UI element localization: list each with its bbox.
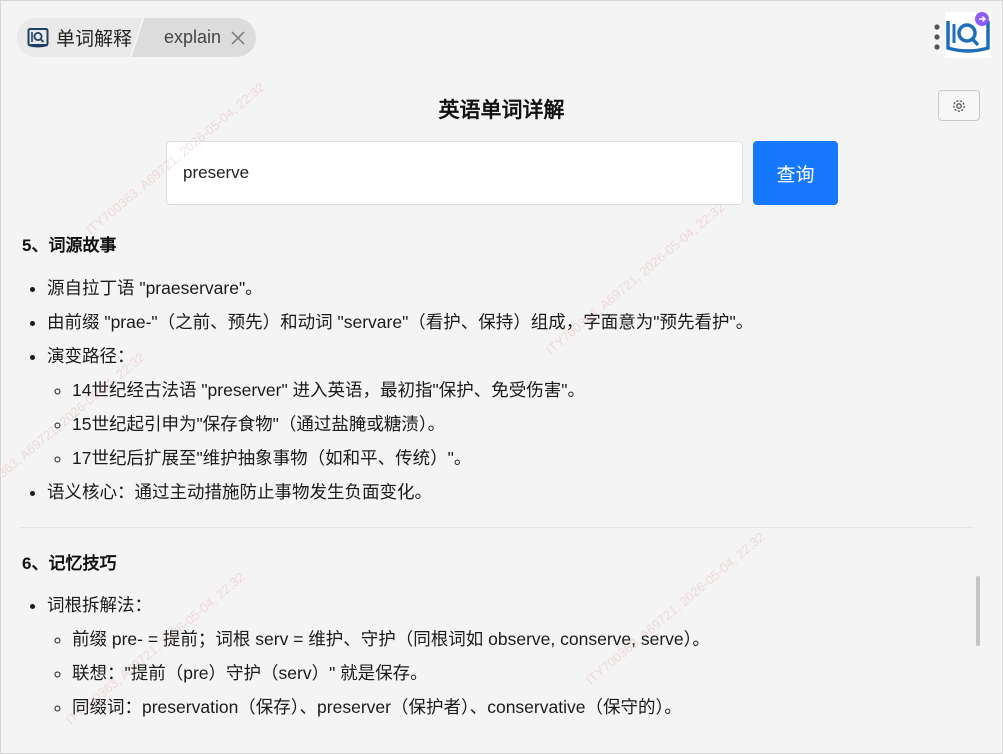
explanation-content: 5、词源故事 源自拉丁语 "praeservare"。 由前缀 "prae-"（… (19, 233, 977, 724)
list-item: 源自拉丁语 "praeservare"。 (47, 271, 977, 305)
root-sublist: 前缀 pre- = 提前；词根 serv = 维护、守护（同根词如 observ… (47, 622, 977, 724)
section-title: 6、记忆技巧 (22, 554, 117, 573)
list-item: 前缀 pre- = 提前；词根 serv = 维护、守护（同根词如 observ… (72, 622, 977, 656)
list-item: 联想："提前（pre）守护（serv）" 就是保存。 (72, 656, 977, 690)
app-window: 单词解释 explain 英语单词详解 查询 (0, 0, 1003, 754)
list-item: 语义核心：通过主动措施防止事物发生负面变化。 (47, 475, 977, 509)
dictionary-book-icon (27, 27, 49, 47)
app-logo-icon (945, 12, 991, 58)
list-item: 15世纪起引申为"保存食物"（通过盐腌或糖渍）。 (72, 407, 977, 441)
page-title: 英语单词详解 (438, 99, 565, 122)
breadcrumb-app[interactable]: 单词解释 (17, 18, 147, 57)
breadcrumb-app-label: 单词解释 (56, 29, 133, 50)
close-icon[interactable] (230, 30, 246, 46)
list-item: 同缀词：preservation（保存）、preserver（保护者）、cons… (72, 690, 977, 724)
memory-list: 词根拆解法： 前缀 pre- = 提前；词根 serv = 维护、守护（同根词如… (22, 588, 977, 724)
search-button[interactable]: 查询 (753, 141, 838, 205)
breadcrumb-page-label: explain (164, 27, 222, 47)
section-etymology: 5、词源故事 源自拉丁语 "praeservare"。 由前缀 "prae-"（… (22, 233, 977, 509)
search-input[interactable] (166, 141, 743, 205)
section-memory-tips: 6、记忆技巧 词根拆解法： 前缀 pre- = 提前；词根 serv = 维护、… (22, 551, 977, 724)
scrollbar-thumb[interactable] (976, 576, 980, 646)
list-item: 词根拆解法： 前缀 pre- = 提前；词根 serv = 维护、守护（同根词如… (47, 588, 977, 724)
list-item: 17世纪后扩展至"维护抽象事物（如和平、传统）"。 (72, 441, 977, 475)
gear-icon (953, 99, 965, 112)
list-item: 14世纪经古法语 "preserver" 进入英语，最初指"保护、免受伤害"。 (72, 373, 977, 407)
list-item: 演变路径： 14世纪经古法语 "preserver" 进入英语，最初指"保护、免… (47, 339, 977, 475)
breadcrumb-page[interactable]: explain (146, 18, 256, 57)
section-title: 5、词源故事 (22, 236, 117, 255)
evolution-sublist: 14世纪经古法语 "preserver" 进入英语，最初指"保护、免受伤害"。 … (47, 373, 977, 475)
breadcrumb: 单词解释 explain (17, 18, 257, 57)
more-vertical-icon[interactable] (931, 23, 943, 51)
etymology-list: 源自拉丁语 "praeservare"。 由前缀 "prae-"（之前、预先）和… (22, 271, 977, 509)
section-divider (19, 527, 974, 528)
list-item: 由前缀 "prae-"（之前、预先）和动词 "servare"（看护、保持）组成… (47, 305, 977, 339)
settings-button[interactable] (938, 90, 980, 121)
